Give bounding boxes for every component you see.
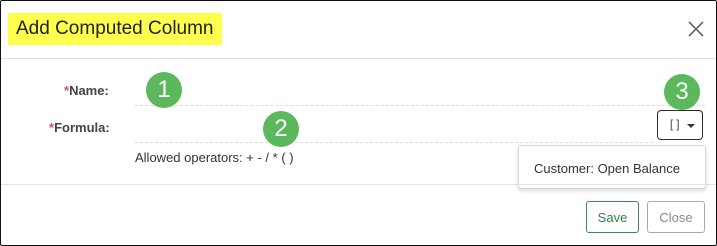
formula-input[interactable] — [135, 142, 653, 143]
dialog-header: Add Computed Column — [1, 1, 716, 59]
save-button[interactable]: Save — [586, 201, 639, 233]
brackets-icon: [] — [668, 118, 681, 132]
name-label: *Name: — [64, 83, 109, 98]
dropdown-item[interactable]: Customer: Open Balance — [534, 161, 680, 176]
callout-badge-2: 2 — [263, 111, 299, 147]
close-button[interactable]: Close — [647, 201, 705, 233]
footer-divider — [1, 184, 716, 185]
callout-badge-1: 1 — [146, 72, 182, 108]
dialog-title: Add Computed Column — [8, 13, 222, 45]
allowed-operators-hint: Allowed operators: + - / * ( ) — [135, 150, 294, 165]
name-input[interactable] — [135, 105, 705, 106]
add-computed-column-dialog: Add Computed Column *Name: *Formula: All… — [0, 0, 717, 246]
field-dropdown-menu: Customer: Open Balance — [518, 145, 706, 189]
formula-label-text: Formula: — [54, 120, 110, 135]
name-label-text: Name: — [69, 83, 109, 98]
formula-label: *Formula: — [49, 120, 110, 135]
caret-down-icon — [687, 124, 695, 128]
close-icon[interactable] — [685, 18, 707, 40]
callout-badge-3: 3 — [664, 74, 700, 110]
insert-field-dropdown-button[interactable]: [] — [657, 110, 703, 140]
